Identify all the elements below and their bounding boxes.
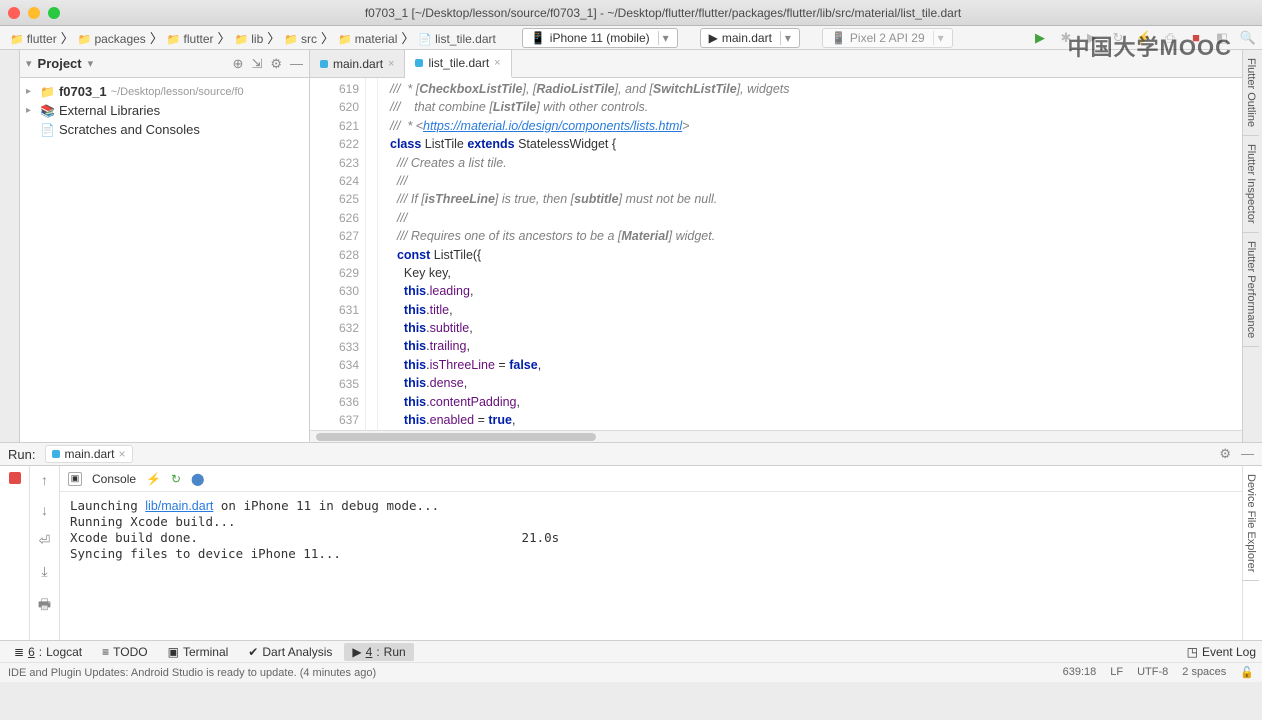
tab-main-dart[interactable]: main.dart× <box>310 50 405 77</box>
tab-logcat[interactable]: ≣ 6: Logcat <box>6 643 90 661</box>
expand-icon[interactable]: ⇲ <box>251 56 262 72</box>
tab-list-tile-dart[interactable]: list_tile.dart× <box>405 50 511 78</box>
search-icon[interactable]: 🔍 <box>1240 30 1256 46</box>
maximize-window-icon[interactable] <box>48 7 60 19</box>
dart-file-icon <box>320 60 328 68</box>
tab-terminal[interactable]: ▣ Terminal <box>160 643 237 661</box>
run-label: Run: <box>8 447 35 462</box>
external-libraries[interactable]: ▸📚External Libraries <box>20 101 309 120</box>
down-icon[interactable]: ↓ <box>41 502 48 518</box>
console-tab-icon[interactable]: ▣ <box>68 472 82 486</box>
right-tool-tabs: Flutter OutlineFlutter InspectorFlutter … <box>1242 50 1262 442</box>
breadcrumb-item[interactable]: 📁 src <box>280 31 321 47</box>
run-settings-icon[interactable]: ⚙ <box>1219 446 1231 462</box>
right-console-gutter: Device File Explorer <box>1242 466 1262 640</box>
tab-run[interactable]: ▶ 4: Run <box>344 643 413 661</box>
right-tab[interactable]: Flutter Outline <box>1243 50 1259 136</box>
minimize-window-icon[interactable] <box>28 7 40 19</box>
open-devtools-icon[interactable]: ⬤ <box>191 472 204 486</box>
status-message: IDE and Plugin Updates: Android Studio i… <box>8 667 376 679</box>
gear-icon[interactable]: ⚙ <box>270 56 282 72</box>
run-file[interactable]: main.dart× <box>45 445 132 463</box>
tab-todo[interactable]: ≡ TODO <box>94 643 155 661</box>
left-gutter <box>0 50 20 442</box>
close-tab-icon[interactable]: × <box>494 57 500 69</box>
target-icon[interactable]: ⊕ <box>233 56 244 72</box>
tab-dart-analysis[interactable]: ✔ Dart Analysis <box>240 643 340 661</box>
soft-wrap-icon[interactable]: ⏎ <box>39 532 51 549</box>
watermark-logo: 中国大学MOOC <box>1068 30 1232 62</box>
breadcrumb-item[interactable]: 📁 lib <box>231 31 268 47</box>
hide-icon[interactable]: — <box>290 56 303 72</box>
breadcrumb-item[interactable]: 📁 packages <box>74 31 150 47</box>
breadcrumb-item[interactable]: 📁 material <box>334 31 401 47</box>
project-tool-window: ▾ Project ▾ ⊕ ⇲ ⚙ — ▸📁f0703_1 ~/Desktop/… <box>20 50 310 442</box>
status-bar: IDE and Plugin Updates: Android Studio i… <box>0 662 1262 682</box>
run-tool-header: Run: main.dart× ⚙ — <box>0 442 1262 466</box>
window-titlebar: f0703_1 [~/Desktop/lesson/source/f0703_1… <box>0 0 1262 26</box>
scratches[interactable]: 📄Scratches and Consoles <box>20 120 309 139</box>
breadcrumb-item[interactable]: 📁 flutter <box>163 31 218 47</box>
right-tab[interactable]: Flutter Inspector <box>1243 136 1259 232</box>
indent-info[interactable]: 2 spaces <box>1182 666 1226 679</box>
device-selector[interactable]: 📱 iPhone 11 (mobile)▾ <box>522 28 678 48</box>
scroll-icon[interactable]: ⤓ <box>41 563 47 580</box>
device-selector-disabled[interactable]: 📱 Pixel 2 API 29▾ <box>822 28 953 48</box>
rerun-icon[interactable]: ↑ <box>41 472 48 488</box>
cursor-position[interactable]: 639:18 <box>1063 666 1097 679</box>
breadcrumb-item[interactable]: 📄 list_tile.dart <box>414 31 499 47</box>
console-label: Console <box>92 472 136 486</box>
run-icon[interactable]: ▶ <box>1032 30 1048 46</box>
breadcrumb-item[interactable]: 📁 flutter <box>6 31 61 47</box>
hot-reload-small-icon[interactable]: ⚡ <box>146 472 161 486</box>
run-hide-icon[interactable]: — <box>1241 446 1254 462</box>
right-tab[interactable]: Flutter Performance <box>1243 233 1259 347</box>
horizontal-scrollbar[interactable] <box>310 430 1242 442</box>
lock-icon[interactable]: 🔓 <box>1240 666 1254 679</box>
fold-gutter[interactable] <box>366 78 378 430</box>
editor-area: main.dart× list_tile.dart× 6196206216226… <box>310 50 1242 442</box>
close-tab-icon[interactable]: × <box>388 58 394 70</box>
close-window-icon[interactable] <box>8 7 20 19</box>
run-config-selector[interactable]: ▶ main.dart▾ <box>700 28 800 48</box>
bottom-tool-tabs: ≣ 6: Logcat ≡ TODO ▣ Terminal ✔ Dart Ana… <box>0 640 1262 662</box>
file-encoding[interactable]: UTF-8 <box>1137 666 1168 679</box>
dart-file-icon <box>415 59 423 67</box>
print-icon[interactable]: 🖶 <box>38 594 51 618</box>
event-log[interactable]: ◳ Event Log <box>1187 645 1256 659</box>
restart-icon[interactable]: ↻ <box>171 472 181 486</box>
line-gutter: 6196206216226236246256266276286296306316… <box>310 78 366 430</box>
console-output[interactable]: Launching lib/main.dart on iPhone 11 in … <box>60 492 1242 640</box>
collapse-icon[interactable]: ▾ <box>26 57 32 70</box>
stop-run-icon[interactable] <box>9 472 21 484</box>
project-root[interactable]: ▸📁f0703_1 ~/Desktop/lesson/source/f0 <box>20 82 309 101</box>
window-title: f0703_1 [~/Desktop/lesson/source/f0703_1… <box>72 6 1254 20</box>
code-editor[interactable]: 6196206216226236246256266276286296306316… <box>310 78 1242 430</box>
device-file-explorer-tab[interactable]: Device File Explorer <box>1243 466 1259 581</box>
line-separator[interactable]: LF <box>1110 666 1123 679</box>
project-header-label: Project <box>38 56 82 71</box>
